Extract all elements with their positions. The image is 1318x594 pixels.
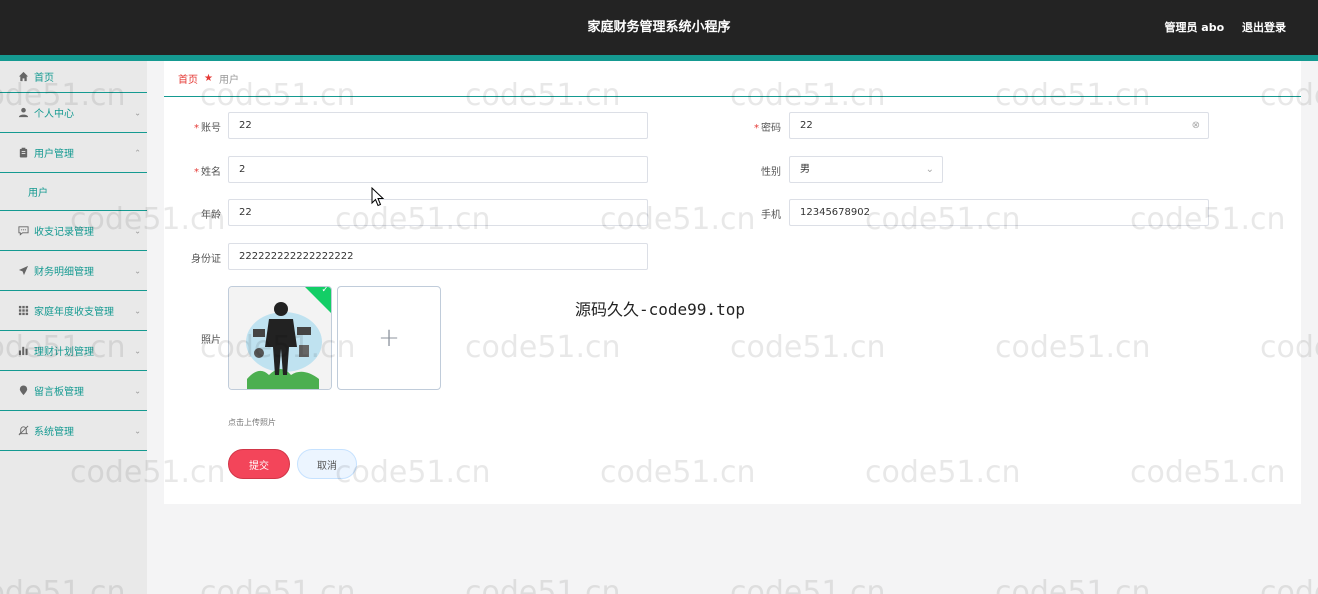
name-label: * 姓名: [194, 167, 221, 178]
required-mark: *: [754, 123, 759, 134]
account-input[interactable]: 22: [228, 112, 648, 139]
sidebar-item-home[interactable]: 首页: [0, 61, 147, 93]
watermark: code51.cn: [730, 575, 886, 594]
gender-label: 性别: [761, 167, 781, 178]
chevron-down-icon: ⌄: [134, 226, 141, 235]
sidebar-item-financial-plans[interactable]: 理财计划管理 ⌄: [0, 331, 147, 371]
photo-thumbnail: [229, 287, 331, 389]
uploaded-photo[interactable]: ✓: [228, 286, 332, 390]
sidebar-item-system-management[interactable]: 系统管理 ⌄: [0, 411, 147, 451]
chevron-up-icon: ⌃: [134, 148, 141, 157]
sidebar-subitem-label: 用户: [28, 188, 48, 199]
sidebar-item-profile[interactable]: 个人中心 ⌄: [0, 93, 147, 133]
sidebar-item-message-board[interactable]: 留言板管理 ⌄: [0, 371, 147, 411]
id-card-input[interactable]: 222222222222222222: [228, 243, 648, 270]
submit-button[interactable]: 提交: [228, 449, 290, 479]
clear-icon[interactable]: ⊗: [1192, 113, 1200, 138]
sidebar: 首页 个人中心 ⌄ 用户管理 ⌃ 用户 收支记录管理 ⌄ 财务明细管理 ⌄ 家庭…: [0, 61, 147, 594]
sidebar-item-income-expense-records[interactable]: 收支记录管理 ⌄: [0, 211, 147, 251]
id-card-label: 身份证: [191, 254, 221, 265]
breadcrumb-home[interactable]: 首页: [178, 71, 198, 86]
grid-icon: [17, 304, 30, 317]
logout-link[interactable]: 退出登录: [1242, 21, 1286, 34]
star-icon: ★: [204, 73, 213, 84]
sidebar-item-user-management[interactable]: 用户管理 ⌃: [0, 133, 147, 173]
phone-input[interactable]: 12345678902: [789, 199, 1209, 226]
chevron-down-icon: ⌄: [134, 386, 141, 395]
chevron-down-icon: ⌄: [134, 426, 141, 435]
phone-label: 手机: [761, 210, 781, 221]
clipboard-icon: [17, 146, 30, 159]
sidebar-item-label: 家庭年度收支管理: [34, 307, 114, 318]
sidebar-item-label: 财务明细管理: [34, 267, 94, 278]
cancel-button[interactable]: 取消: [297, 449, 357, 479]
password-value: 22: [800, 120, 813, 131]
breadcrumb-current: 用户: [218, 75, 239, 86]
chat-icon: [17, 224, 30, 237]
chevron-down-icon: ⌄: [134, 346, 141, 355]
chevron-down-icon: ⌄: [134, 306, 141, 315]
sidebar-item-label: 留言板管理: [34, 387, 84, 398]
password-input[interactable]: 22 ⊗: [789, 112, 1209, 139]
top-bar: 家庭财务管理系统小程序 管理员 abo 退出登录: [0, 0, 1318, 55]
account-label: * 账号: [194, 123, 221, 134]
chevron-down-icon: ⌄: [134, 266, 141, 275]
gender-value: 男: [800, 164, 810, 175]
top-links: 管理员 abo 退出登录: [1150, 0, 1286, 55]
sidebar-item-finance-details[interactable]: 财务明细管理 ⌄: [0, 251, 147, 291]
watermark: code51.cn: [995, 575, 1151, 594]
sidebar-subitem-users[interactable]: 用户: [0, 173, 147, 211]
chevron-down-icon: ⌄: [925, 164, 934, 175]
password-label: * 密码: [754, 123, 781, 134]
watermark: code51.cn: [1260, 575, 1318, 594]
sidebar-item-label: 首页: [34, 73, 54, 84]
sidebar-item-annual-family-finance[interactable]: 家庭年度收支管理 ⌄: [0, 291, 147, 331]
sidebar-item-label: 理财计划管理: [34, 347, 94, 358]
sidebar-item-label: 个人中心: [34, 109, 74, 120]
admin-user-label[interactable]: 管理员 abo: [1164, 21, 1224, 34]
age-label: 年龄: [201, 210, 221, 221]
location-icon: [17, 384, 30, 397]
mouse-cursor-icon: [371, 187, 385, 207]
home-icon: [17, 70, 30, 83]
user-icon: [17, 106, 30, 119]
breadcrumb: 首页 ★ 用户: [164, 61, 1301, 97]
name-input[interactable]: 2: [228, 156, 648, 183]
bell-off-icon: [17, 424, 30, 437]
required-mark: *: [194, 123, 199, 134]
send-icon: [17, 264, 30, 277]
photo-upload-trigger[interactable]: +: [337, 286, 441, 390]
upload-hint: 点击上传照片: [228, 418, 276, 427]
sidebar-item-label: 收支记录管理: [34, 227, 94, 238]
watermark: code51.cn: [200, 575, 356, 594]
sidebar-item-label: 系统管理: [34, 427, 74, 438]
app-title: 家庭财务管理系统小程序: [587, 20, 731, 35]
age-input[interactable]: 22: [228, 199, 648, 226]
watermark: code51.cn: [465, 575, 621, 594]
promo-overlay-text: 源码久久-code99.top: [575, 300, 745, 319]
check-icon: ✓: [321, 286, 329, 296]
photo-label: 照片: [201, 335, 221, 346]
plus-icon: +: [378, 323, 400, 353]
gender-select[interactable]: 男 ⌄: [789, 156, 943, 183]
sidebar-item-label: 用户管理: [34, 149, 74, 160]
bar-chart-icon: [17, 344, 30, 357]
required-mark: *: [194, 167, 199, 178]
chevron-down-icon: ⌄: [134, 108, 141, 117]
